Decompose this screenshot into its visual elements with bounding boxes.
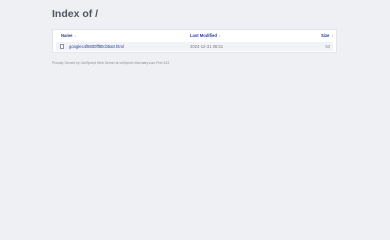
file-size: 53 [325, 43, 330, 49]
column-header-modified-label: Last Modified [190, 33, 217, 38]
page-title: Index of / [52, 8, 99, 20]
column-header-size[interactable]: Size ↕ [321, 33, 333, 39]
file-link[interactable]: googlec4f8800ff80cb5a0.html [69, 44, 124, 50]
sort-toggle-icon: ↕ [219, 34, 221, 38]
column-header-size-label: Size [321, 33, 330, 38]
column-header-name-label: Name [61, 33, 73, 38]
server-footer: Proudly Served by LiteSpeed Web Server a… [52, 61, 170, 65]
file-modified-date: 2024-12-31 06:51 [190, 43, 224, 49]
file-listing-table: Name ↓ Last Modified ↕ Size ↕ googlec4f8800… [52, 29, 337, 53]
table-row: googlec4f8800ff80cb5a0.html 2024-12-31 0… [56, 42, 333, 51]
sort-toggle-icon: ↕ [331, 34, 334, 38]
column-header-last-modified[interactable]: Last Modified ↕ [190, 33, 221, 39]
column-header-name[interactable]: Name ↓ [61, 33, 76, 39]
file-icon [60, 43, 64, 49]
sort-descending-icon: ↓ [74, 34, 77, 38]
